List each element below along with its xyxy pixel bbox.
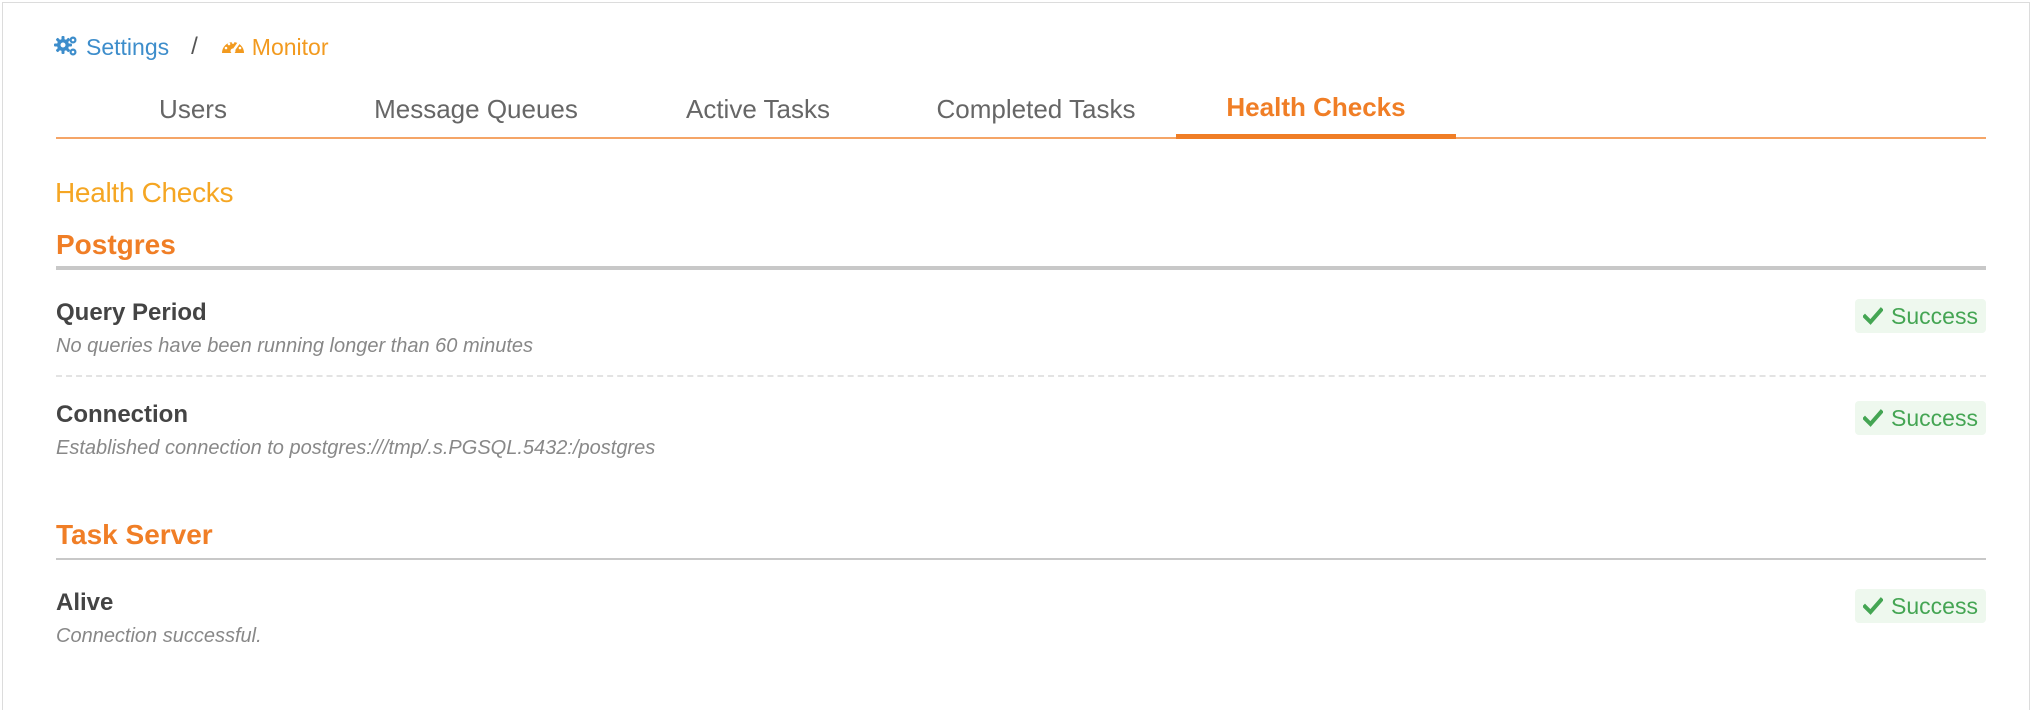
tab-message-queues[interactable]: Message Queues [336, 81, 616, 137]
breadcrumb-monitor: Monitor [220, 33, 329, 61]
check-row-connection: Connection Established connection to pos… [56, 401, 1986, 460]
row-divider [56, 375, 1986, 377]
tab-label: Users [159, 93, 227, 124]
check-icon [1863, 307, 1884, 325]
tab-label: Active Tasks [685, 93, 830, 124]
tab-bar: Users Message Queues Active Tasks Comple… [56, 81, 1986, 139]
status-label: Success [1891, 302, 1978, 329]
dashboard-icon [220, 34, 246, 60]
check-icon [1863, 409, 1884, 427]
check-row-alive: Alive Connection successful. Success [56, 589, 1986, 648]
section-header-postgres: Postgres [56, 229, 1986, 273]
breadcrumb-settings-label: Settings [86, 33, 170, 60]
section-divider [56, 558, 1986, 560]
check-row-query-period: Query Period No queries have been runnin… [56, 299, 1986, 358]
status-badge: Success [1855, 589, 1986, 623]
status-badge: Success [1855, 401, 1986, 435]
tab-health-checks[interactable]: Health Checks [1176, 81, 1456, 139]
check-title: Query Period [56, 299, 207, 326]
section-title: Task Server [56, 519, 213, 550]
status-label: Success [1891, 592, 1978, 619]
check-description: No queries have been running longer than… [56, 335, 533, 357]
breadcrumb-monitor-label: Monitor [251, 33, 329, 60]
status-label: Success [1891, 404, 1978, 431]
tab-active-tasks[interactable]: Active Tasks [618, 81, 898, 137]
tab-label: Health Checks [1226, 92, 1406, 122]
section-header-task-server: Task Server [56, 519, 1986, 563]
status-badge: Success [1855, 299, 1986, 333]
check-title: Connection [56, 401, 188, 428]
breadcrumb-separator: / [191, 33, 198, 60]
tab-completed-tasks[interactable]: Completed Tasks [896, 81, 1176, 137]
check-description: Established connection to postgres:///tm… [56, 437, 656, 459]
tab-users[interactable]: Users [56, 81, 330, 137]
tab-label: Message Queues [374, 93, 578, 124]
check-icon [1863, 597, 1884, 615]
breadcrumb-settings-link[interactable]: Settings [54, 34, 169, 61]
page-frame: Settings / Monitor Users Message Queues … [2, 2, 2030, 710]
breadcrumb: Settings / Monitor [54, 31, 328, 63]
check-description: Connection successful. [56, 625, 262, 647]
section-divider [56, 266, 1986, 270]
section-title: Postgres [56, 229, 176, 260]
check-title: Alive [56, 589, 114, 616]
gears-icon [54, 34, 80, 60]
page-title: Health Checks [55, 177, 234, 208]
tab-label: Completed Tasks [936, 93, 1136, 124]
